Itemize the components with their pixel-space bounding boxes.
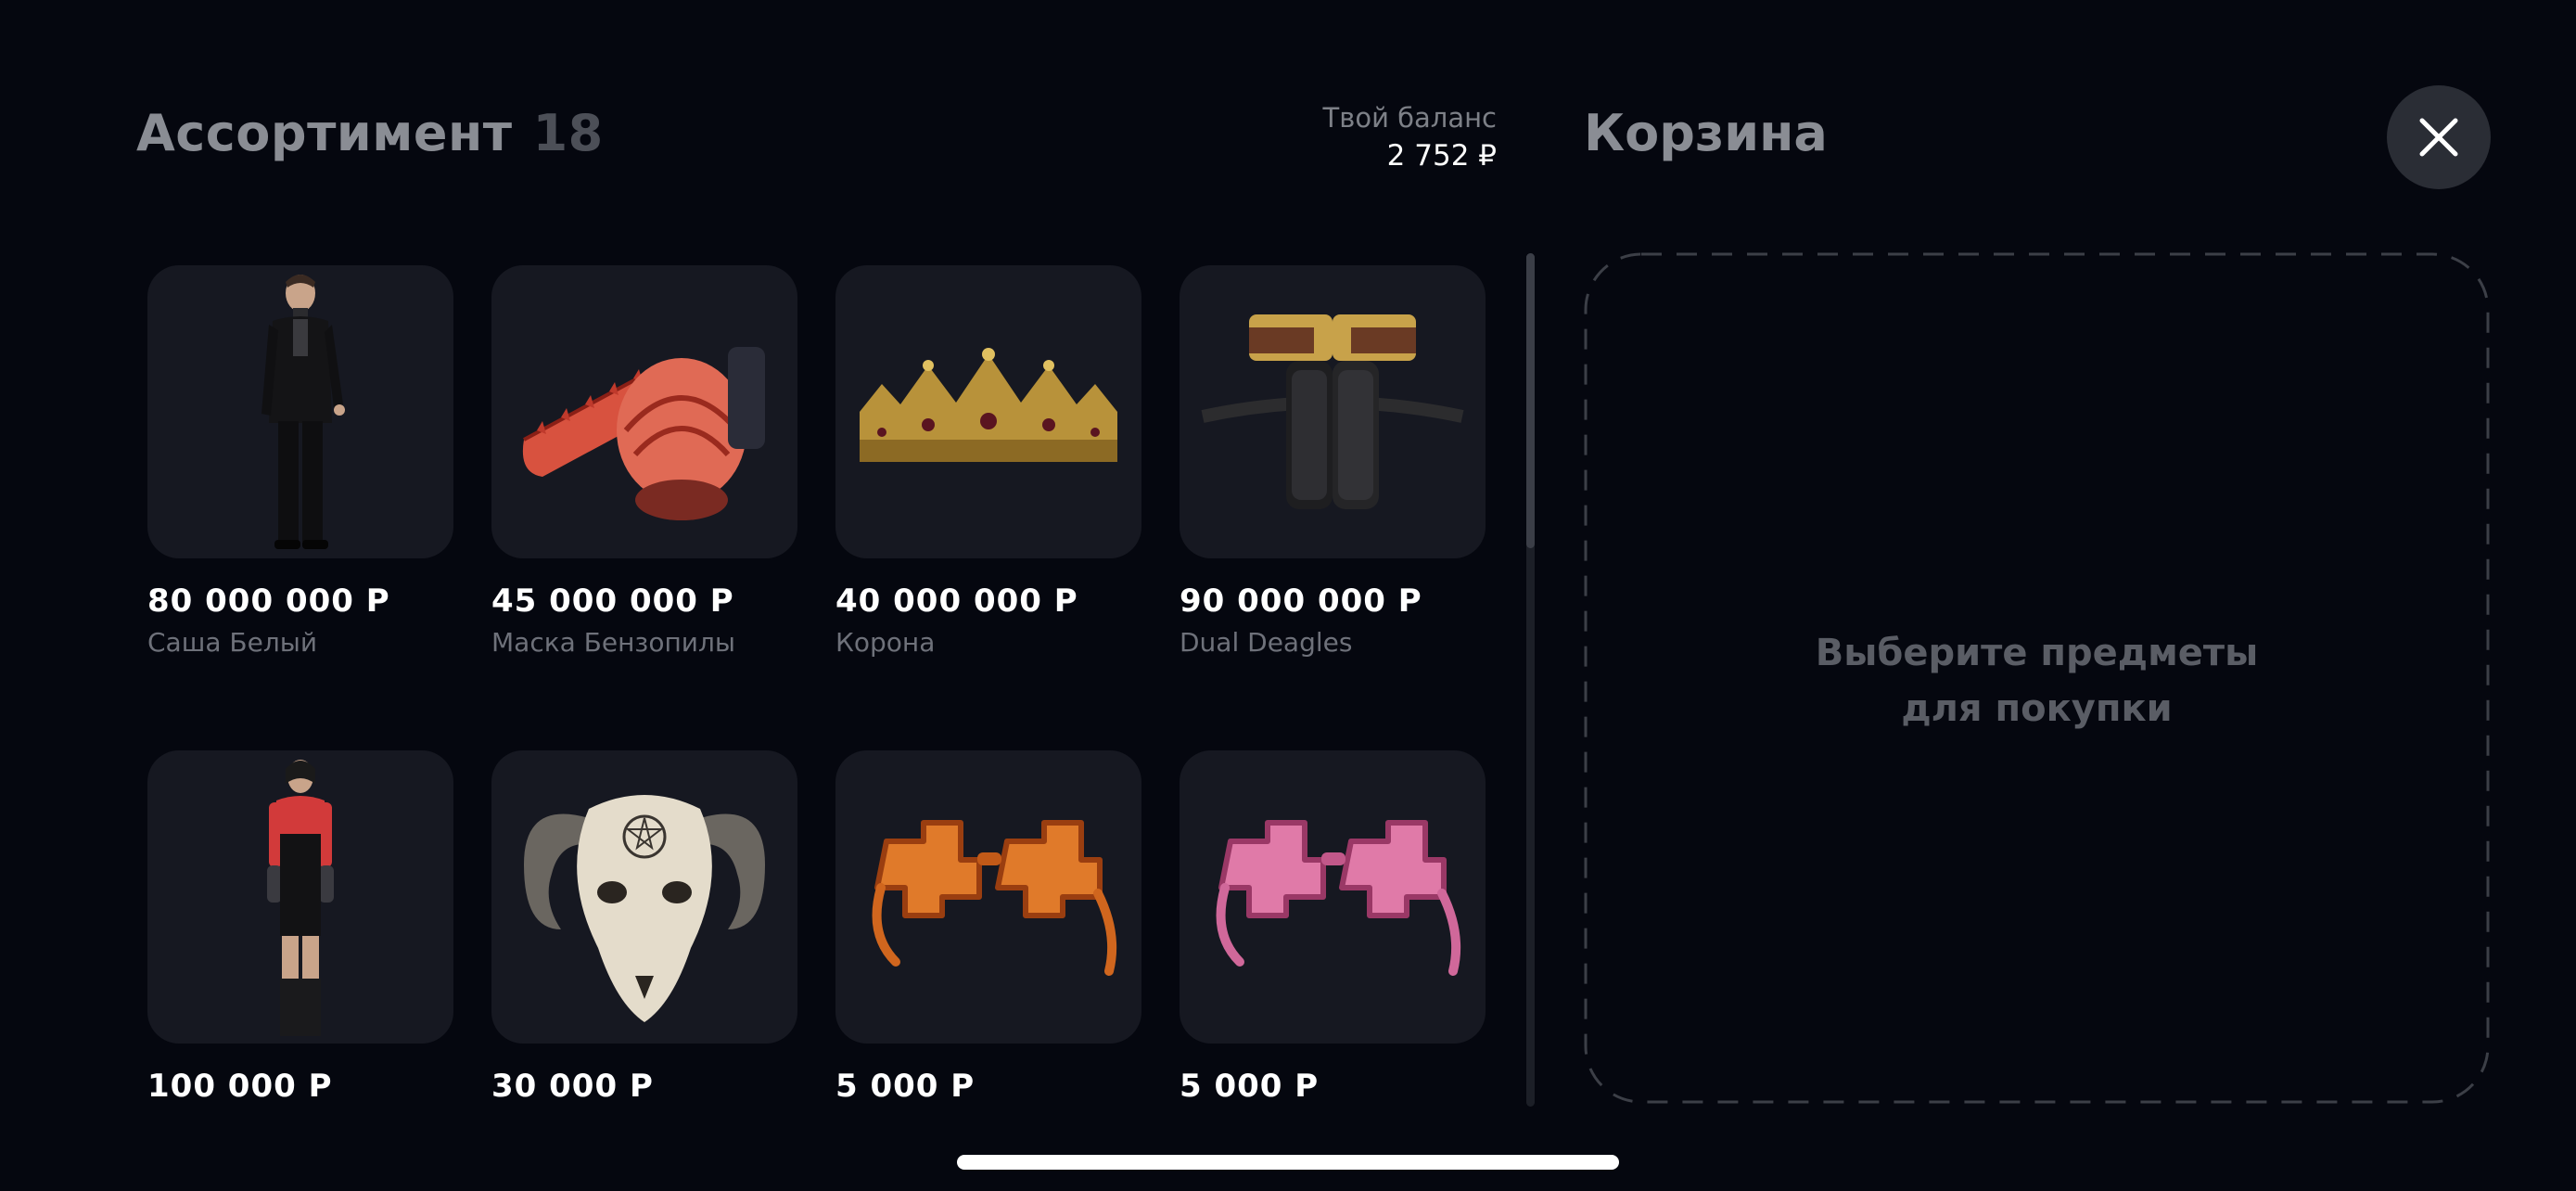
item-price: 90 000 000 Р [1180, 583, 1422, 620]
cart-title: Корзина [1584, 104, 1828, 162]
balance-label: Твой баланс [1322, 102, 1497, 134]
cart-drop-area: Выберите предметы для покупки [1584, 252, 2490, 1104]
character-suit-icon [261, 275, 345, 549]
crown-icon [860, 348, 1117, 462]
orange-glasses-icon [872, 820, 1117, 976]
item-image [491, 750, 797, 1044]
item-card[interactable]: 45 000 000 Р Маска Бензопилы [491, 265, 797, 658]
scrollbar-thumb[interactable] [1526, 253, 1535, 548]
item-image [491, 265, 797, 558]
assortment-count: 18 [532, 104, 604, 162]
item-name: Dual Deagles [1180, 627, 1353, 658]
item-card[interactable]: 40 000 000 Р Корона [835, 265, 1141, 658]
pink-glasses-icon [1216, 820, 1461, 976]
item-card[interactable]: 5 000 Р [1180, 750, 1486, 1105]
item-card[interactable]: 90 000 000 Р Dual Deagles [1180, 265, 1486, 658]
character-red-icon [267, 760, 334, 1036]
balance-value: 2 752 ₽ [1386, 139, 1497, 173]
cart-empty-line1: Выберите предметы [1815, 632, 2259, 674]
shop-screen: Ассортимент 18 Твой баланс 2 752 ₽ Корзин… [0, 0, 2576, 1191]
item-card[interactable]: 80 000 000 Р Саша Белый [147, 265, 453, 658]
grid-scrollbar[interactable] [1526, 253, 1535, 1107]
item-image [835, 265, 1141, 558]
item-name: Саша Белый [147, 627, 318, 658]
item-name: Корона [835, 627, 936, 658]
item-price: 30 000 Р [491, 1068, 654, 1105]
item-image [147, 265, 453, 558]
assortment-header: Ассортимент 18 [136, 104, 604, 162]
cart-empty-line2: для покупки [1901, 687, 2173, 730]
item-price: 40 000 000 Р [835, 583, 1078, 620]
chainsaw-mask-icon [522, 347, 765, 520]
close-button[interactable] [2387, 85, 2491, 189]
ram-skull-icon [524, 795, 765, 1022]
item-card[interactable]: 5 000 Р [835, 750, 1141, 1105]
item-card[interactable]: 100 000 Р [147, 750, 453, 1105]
assortment-title: Ассортимент [136, 104, 513, 162]
item-price: 80 000 000 Р [147, 583, 390, 620]
item-image [835, 750, 1141, 1044]
item-image [1180, 265, 1486, 558]
item-price: 45 000 000 Р [491, 583, 734, 620]
item-image [1180, 750, 1486, 1044]
item-price: 5 000 Р [1180, 1068, 1320, 1105]
item-name: Маска Бензопилы [491, 627, 735, 658]
cart-empty-message: Выберите предметы для покупки [1584, 625, 2490, 736]
close-icon [2419, 118, 2458, 157]
balance-block: Твой баланс 2 752 ₽ [1323, 100, 1497, 176]
item-grid: 80 000 000 Р Саша Белый 45 000 000 Р Мас… [147, 265, 1488, 1109]
item-price: 5 000 Р [835, 1068, 976, 1105]
item-image [147, 750, 453, 1044]
home-indicator[interactable] [957, 1155, 1619, 1170]
dual-pistols-icon [1201, 314, 1464, 509]
item-card[interactable]: 30 000 Р [491, 750, 797, 1105]
item-price: 100 000 Р [147, 1068, 333, 1105]
